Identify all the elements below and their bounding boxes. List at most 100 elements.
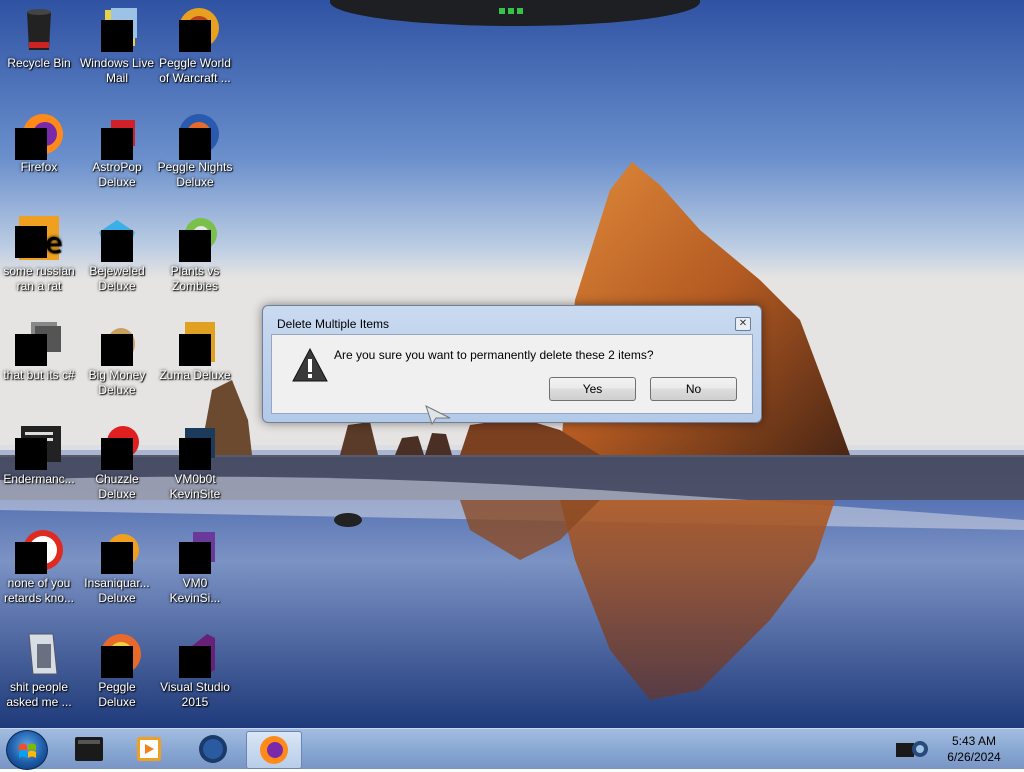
plants-vs-zombies-icon <box>171 214 219 262</box>
peggle-nights-icon <box>171 110 219 160</box>
close-button[interactable]: ✕ <box>735 317 751 331</box>
censor-block <box>15 334 47 366</box>
astropop-icon <box>93 110 141 160</box>
desktop-icon-astropop[interactable]: AstroPop Deluxe <box>78 110 156 190</box>
dialog-title: Delete Multiple Items <box>277 317 390 331</box>
desktop-icon-peggle-wow[interactable]: Peggle World of Warcraft ... <box>156 6 234 86</box>
icon-label: some russian ran a rat <box>3 264 75 293</box>
icon-label: none of you retards kno... <box>3 576 75 605</box>
taskbar-item-firefox[interactable] <box>246 731 302 769</box>
vm-icon <box>171 526 219 574</box>
chuzzle-icon <box>93 422 141 470</box>
mail-icon <box>93 6 141 54</box>
censor-block <box>179 646 211 678</box>
desktop-icon-vm0b0t[interactable]: VM0b0t KevinSite <box>156 422 234 502</box>
warning-icon <box>292 348 328 382</box>
icon-label: VM0b0t KevinSite <box>169 472 221 501</box>
icon-label: Windows Live Mail <box>79 56 155 85</box>
system-clock[interactable]: 5:43 AM 6/26/2024 <box>938 733 1010 765</box>
shortcut-icon <box>15 318 63 366</box>
desktop-icon-bejeweled[interactable]: Bejeweled Deluxe <box>78 214 156 294</box>
start-button[interactable] <box>6 730 48 770</box>
vm-icon <box>171 422 219 470</box>
visual-studio-icon <box>171 630 219 678</box>
desktop-icon-zuma[interactable]: Zuma Deluxe <box>156 318 234 383</box>
icon-label: shit people asked me ... <box>6 680 72 709</box>
icon-label: Plants vs Zombies <box>170 264 220 293</box>
terminal-icon <box>75 737 103 761</box>
firefox-icon <box>260 736 288 764</box>
desktop-icon-that-but-its-csharp[interactable]: that but its c# <box>0 318 78 383</box>
desktop-icon-vm0-kevinsi[interactable]: VM0 KevinSi... <box>156 526 234 606</box>
desktop-icon-shit-people-asked[interactable]: shit people asked me ... <box>0 630 78 710</box>
desktop-icon-firefox[interactable]: Firefox <box>0 110 78 175</box>
delete-confirmation-dialog: Delete Multiple Items ✕ Are you sure you… <box>262 305 762 423</box>
censor-block <box>179 438 211 470</box>
desktop-icon-peggle-nights[interactable]: Peggle Nights Deluxe <box>156 110 234 190</box>
censor-block <box>101 334 133 366</box>
censor-block <box>101 20 133 52</box>
icon-label: that but its c# <box>3 368 75 382</box>
yes-button[interactable]: Yes <box>549 377 636 401</box>
desktop-icon-windows-live-mail[interactable]: Windows Live Mail <box>78 6 156 86</box>
desktop-icon-some-russian[interactable]: e some russian ran a rat <box>0 214 78 294</box>
censor-block <box>15 128 47 160</box>
icon-label: Chuzzle Deluxe <box>95 472 139 501</box>
taskbar-item-media-player[interactable] <box>122 731 176 767</box>
icon-label: Peggle Deluxe <box>98 680 136 709</box>
desktop-icon-chuzzle[interactable]: Chuzzle Deluxe <box>78 422 156 502</box>
icon-label: Peggle Nights Deluxe <box>157 160 233 189</box>
desktop-icon-peggle-deluxe[interactable]: Peggle Deluxe <box>78 630 156 710</box>
dialog-message: Are you sure you want to permanently del… <box>334 348 654 362</box>
svg-text:e: e <box>45 226 62 259</box>
icon-label: Endermanc... <box>3 472 75 486</box>
icon-label: Insaniquar... Deluxe <box>84 576 150 605</box>
icon-label: Visual Studio 2015 <box>160 680 230 709</box>
censor-block <box>179 542 211 574</box>
desktop-icon-visual-studio-2015[interactable]: Visual Studio 2015 <box>156 630 234 710</box>
icon-label: Bejeweled Deluxe <box>89 264 145 293</box>
firefox-icon <box>15 110 63 160</box>
icon-label: Big Money Deluxe <box>88 368 146 397</box>
censor-block <box>179 230 211 262</box>
no-button[interactable]: No <box>650 377 737 401</box>
clock-date: 6/26/2024 <box>947 750 1001 764</box>
dialog-body: Are you sure you want to permanently del… <box>271 334 753 414</box>
program-icon: e <box>15 214 63 262</box>
desktop-icon-endermanc[interactable]: Endermanc... <box>0 422 78 487</box>
icon-label: Firefox <box>20 160 58 174</box>
desktop-icon-big-money[interactable]: Big Money Deluxe <box>78 318 156 398</box>
icon-label: Zuma Deluxe <box>159 368 231 382</box>
taskbar-item-terminal[interactable] <box>62 731 116 767</box>
censor-block <box>179 128 211 160</box>
censor-block <box>15 542 47 574</box>
desktop-icon-recycle-bin[interactable]: Recycle Bin <box>0 6 78 71</box>
desktop-icon-plants-vs-zombies[interactable]: Plants vs Zombies <box>156 214 234 294</box>
globe-icon <box>199 735 227 763</box>
desktop-icon-none-of-you[interactable]: none of you retards kno... <box>0 526 78 606</box>
taskbar: 5:43 AM 6/26/2024 <box>0 728 1024 770</box>
zuma-icon <box>171 318 219 366</box>
censor-block <box>101 438 133 470</box>
censor-block <box>15 438 47 470</box>
icon-label: VM0 KevinSi... <box>169 576 221 605</box>
censor-block <box>179 334 211 366</box>
censor-block <box>101 542 133 574</box>
start-orb-icon <box>19 743 36 758</box>
icon-label: Peggle World of Warcraft ... <box>159 56 231 85</box>
status-light-icon <box>499 8 523 14</box>
media-player-icon <box>137 737 161 761</box>
censor-block <box>101 128 133 160</box>
icon-label: Recycle Bin <box>7 56 71 70</box>
terminal-app-icon <box>15 422 63 470</box>
network-tray-icon[interactable] <box>890 737 932 761</box>
taskbar-item-browser[interactable] <box>186 731 240 767</box>
mouse-cursor-icon <box>425 405 451 426</box>
peggle-wow-icon <box>171 6 219 54</box>
icon-label: AstroPop Deluxe <box>92 160 142 189</box>
program-icon <box>15 526 63 574</box>
bejeweled-icon <box>93 214 141 262</box>
money-bag-icon <box>93 318 141 366</box>
clock-time: 5:43 AM <box>951 734 997 748</box>
desktop-icon-insaniquarium[interactable]: Insaniquar... Deluxe <box>78 526 156 606</box>
